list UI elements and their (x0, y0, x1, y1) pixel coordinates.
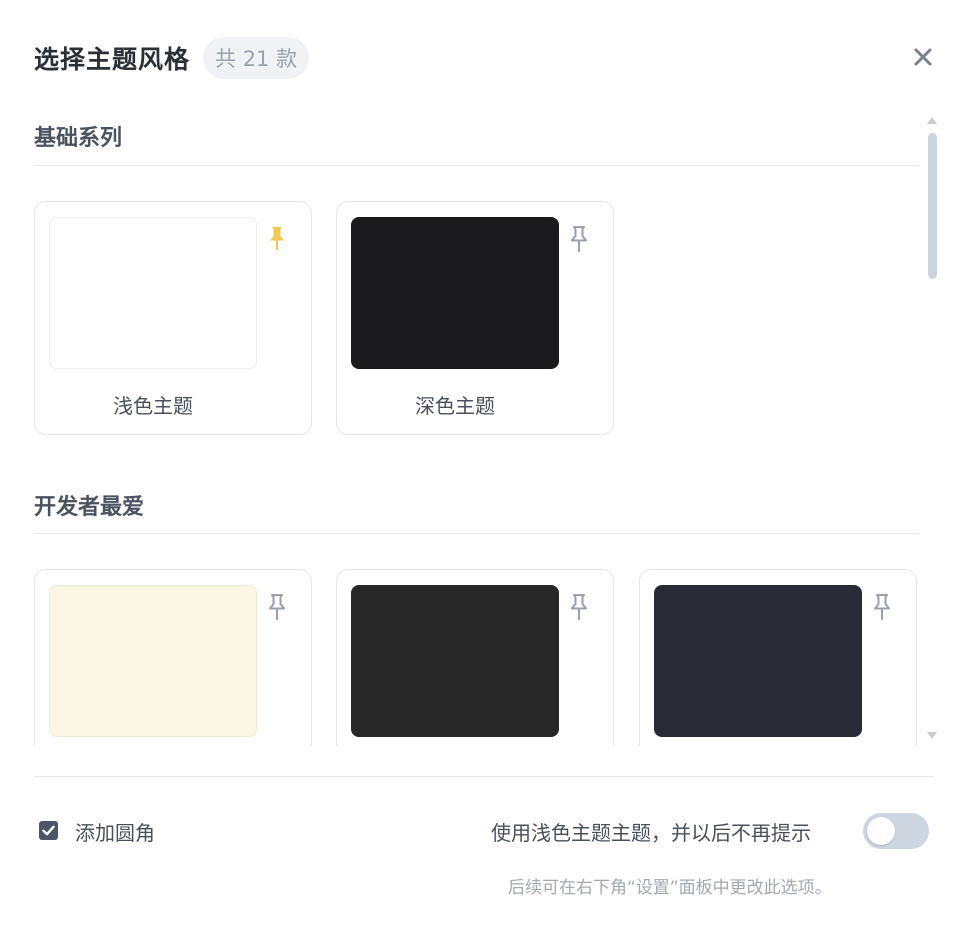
theme-card-solarized[interactable] (34, 569, 312, 746)
use-light-theme-toggle[interactable] (863, 813, 929, 849)
pin-icon (269, 594, 285, 620)
theme-list[interactable]: 基础系列 浅色主题 深色主题 开发者最爱 (0, 108, 961, 746)
toggle-knob (867, 817, 895, 845)
dialog-header: 选择主题风格 共 21 款 (34, 36, 310, 80)
section-divider (34, 533, 919, 534)
theme-card-label: 浅色主题 (113, 394, 193, 418)
theme-card-light[interactable]: 浅色主题 (34, 201, 312, 435)
section-title-basic: 基础系列 (34, 126, 123, 151)
theme-count-badge: 共 21 款 (203, 37, 310, 79)
theme-card-dark-gray[interactable] (336, 569, 614, 746)
theme-preview (351, 217, 559, 369)
theme-card-dark[interactable]: 深色主题 (336, 201, 614, 435)
pin-icon (270, 227, 284, 250)
footer-divider (34, 776, 934, 777)
pin-button[interactable] (567, 224, 591, 254)
pin-button[interactable] (265, 592, 289, 622)
use-light-theme-label: 使用浅色主题主题，并以后不再提示 (491, 821, 811, 845)
theme-card-dark-navy[interactable] (639, 569, 917, 746)
checkmark-icon (42, 825, 55, 836)
pin-icon (874, 594, 890, 620)
close-button[interactable] (908, 42, 938, 72)
theme-preview (654, 585, 862, 737)
pin-button[interactable] (265, 224, 289, 254)
theme-preview (49, 217, 257, 369)
scroll-down-arrow-icon[interactable] (927, 732, 937, 739)
theme-card-label: 深色主题 (415, 394, 495, 418)
close-icon (914, 48, 932, 66)
pin-button[interactable] (870, 592, 894, 622)
settings-hint-text: 后续可在右下角“设置”面板中更改此选项。 (508, 878, 832, 898)
pin-button[interactable] (567, 592, 591, 622)
scroll-up-arrow-icon[interactable] (927, 117, 937, 124)
theme-preview (351, 585, 559, 737)
section-title-developer: 开发者最爱 (34, 495, 145, 520)
rounded-corners-label[interactable]: 添加圆角 (75, 817, 155, 846)
theme-preview (49, 585, 257, 737)
rounded-corners-checkbox[interactable] (39, 821, 58, 840)
pin-icon (571, 594, 587, 620)
dialog-title: 选择主题风格 (34, 45, 191, 74)
theme-dialog: 选择主题风格 共 21 款 基础系列 浅色主题 深色主题 开发者最爱 添加圆角 … (0, 0, 961, 929)
scrollbar-thumb[interactable] (928, 133, 937, 279)
pin-icon (571, 226, 587, 252)
section-divider (34, 165, 919, 166)
